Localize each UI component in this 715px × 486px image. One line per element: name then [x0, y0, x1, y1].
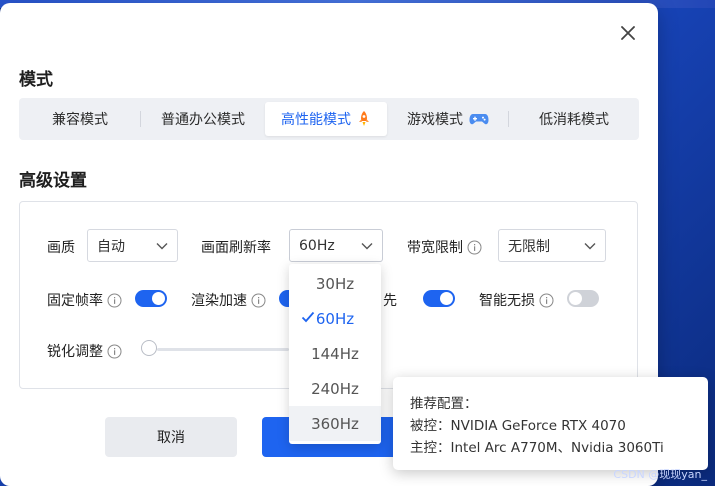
bandwidth-label: 带宽限制 — [407, 237, 482, 257]
refresh-option-label: 240Hz — [311, 379, 359, 398]
chevron-down-icon — [584, 238, 596, 254]
rocket-icon — [357, 111, 371, 127]
bandwidth-label-text: 带宽限制 — [407, 240, 463, 256]
tab-label: 低消耗模式 — [539, 112, 609, 128]
smart-lossless-toggle[interactable] — [567, 290, 599, 307]
close-icon — [621, 25, 635, 44]
render-accel-label-text: 渲染加速 — [191, 293, 247, 309]
refresh-option-label: 30Hz — [315, 274, 355, 293]
gamepad-icon — [469, 112, 489, 126]
recommended-config-tooltip: 推荐配置： 被控：NVIDIA GeForce RTX 4070 主控：Inte… — [393, 377, 708, 470]
info-icon[interactable] — [251, 293, 266, 308]
refresh-option-label: 360Hz — [311, 414, 359, 433]
cancel-button[interactable]: 取消 — [105, 417, 237, 457]
info-icon[interactable] — [107, 344, 122, 359]
priority-toggle[interactable] — [423, 290, 455, 307]
refresh-option[interactable]: 360Hz — [289, 406, 381, 441]
sharpen-label: 锐化调整 — [47, 341, 122, 361]
info-icon[interactable] — [539, 293, 554, 308]
cancel-button-label: 取消 — [157, 430, 185, 446]
tab-label: 兼容模式 — [52, 112, 108, 128]
close-button[interactable] — [617, 23, 639, 45]
refresh-rate-select[interactable]: 60Hz — [289, 229, 383, 262]
tab-label: 游戏模式 — [407, 112, 463, 128]
tab-game-mode[interactable]: 游戏模式 — [387, 102, 509, 136]
priority-label: 先 — [383, 293, 397, 309]
chevron-down-icon — [361, 238, 373, 254]
refresh-option[interactable]: 144Hz — [289, 336, 381, 371]
tooltip-controlled: 被控：NVIDIA GeForce RTX 4070 — [410, 418, 626, 434]
smart-lossless-label: 智能无损 — [479, 290, 554, 310]
mode-tabs: 兼容模式 普通办公模式 高性能模式 游戏模式 低消耗模式 — [19, 98, 639, 140]
smart-lossless-label-text: 智能无损 — [479, 293, 535, 309]
toggle-knob — [569, 292, 582, 305]
tab-compatible-mode[interactable]: 兼容模式 — [19, 102, 141, 136]
check-icon — [301, 311, 315, 323]
fixed-fps-label: 固定帧率 — [47, 290, 122, 310]
tab-label: 高性能模式 — [281, 112, 351, 128]
quality-select[interactable]: 自动 — [87, 229, 178, 262]
refresh-rate-dropdown: 30Hz 60Hz 144Hz 240Hz 360Hz — [289, 264, 381, 444]
watermark: CSDN @现现yan_ — [613, 468, 707, 481]
chevron-down-icon — [156, 238, 168, 254]
quality-select-value: 自动 — [97, 238, 125, 255]
refresh-option[interactable]: 240Hz — [289, 371, 381, 406]
info-icon[interactable] — [107, 293, 122, 308]
fixed-fps-label-text: 固定帧率 — [47, 293, 103, 309]
info-icon[interactable] — [467, 240, 482, 255]
refresh-option[interactable]: 60Hz — [289, 301, 381, 336]
sharpen-label-text: 锐化调整 — [47, 344, 103, 360]
tooltip-controller: 主控：Intel Arc A770M、Nvidia 3060Ti — [410, 440, 664, 456]
quality-label: 画质 — [47, 240, 75, 256]
refresh-option-label: 144Hz — [311, 344, 359, 363]
bandwidth-select-value: 无限制 — [508, 238, 550, 255]
mode-section-title: 模式 — [19, 70, 53, 90]
tab-high-performance-mode[interactable]: 高性能模式 — [265, 102, 387, 136]
refresh-option-label: 60Hz — [315, 309, 355, 328]
toggle-knob — [440, 292, 453, 305]
refresh-rate-label: 画面刷新率 — [201, 240, 271, 256]
advanced-section-title: 高级设置 — [19, 171, 87, 191]
refresh-option[interactable]: 30Hz — [289, 266, 381, 301]
refresh-rate-select-value: 60Hz — [299, 237, 335, 254]
tab-office-mode[interactable]: 普通办公模式 — [141, 102, 265, 136]
bandwidth-select[interactable]: 无限制 — [498, 229, 606, 262]
sharpen-slider-track[interactable] — [157, 348, 289, 351]
tab-label: 普通办公模式 — [161, 112, 245, 128]
sharpen-slider-thumb[interactable] — [141, 340, 157, 356]
render-accel-label: 渲染加速 — [191, 290, 266, 310]
toggle-knob — [152, 292, 165, 305]
fixed-fps-toggle[interactable] — [135, 290, 167, 307]
tab-low-consumption-mode[interactable]: 低消耗模式 — [509, 102, 639, 136]
tooltip-title: 推荐配置： — [410, 396, 478, 412]
